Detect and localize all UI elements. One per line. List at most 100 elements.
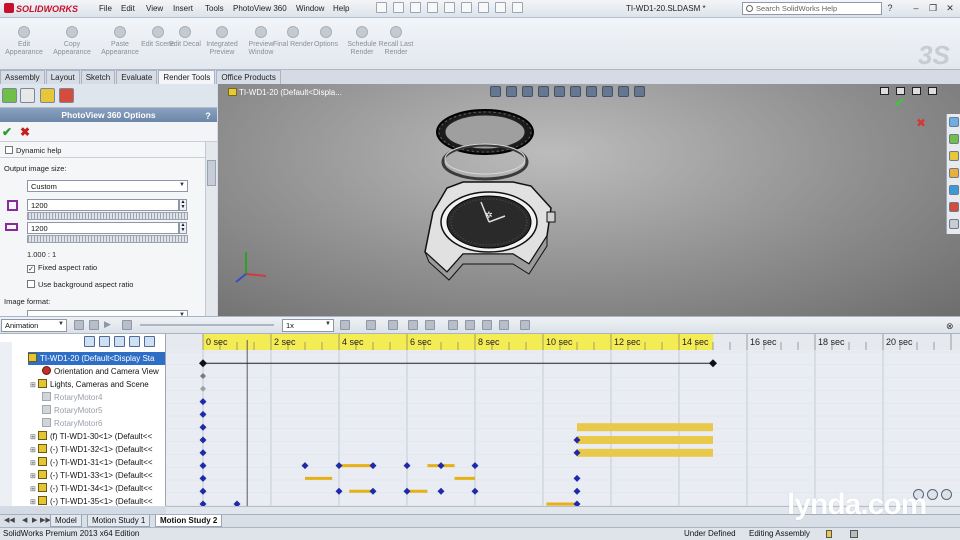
select-icon[interactable] (461, 2, 472, 13)
viewport-maximize-icon[interactable] (912, 87, 921, 95)
tab-render-tools[interactable]: Render Tools (158, 70, 216, 84)
display-style-icon[interactable] (570, 86, 581, 97)
filter-results-icon[interactable] (129, 336, 140, 347)
hide-show-icon[interactable] (586, 86, 597, 97)
width-slider[interactable] (27, 212, 188, 220)
timeline-canvas[interactable]: 0 sec 2 sec 4 sec 6 sec 8 sec 10 sec 12 sec 14 … (166, 334, 960, 506)
help-icon[interactable]: ? (884, 3, 896, 14)
help-icon[interactable]: ? (203, 109, 213, 121)
previous-view-icon[interactable] (522, 86, 533, 97)
tree-item-orientation[interactable]: Orientation and Camera View (42, 365, 165, 378)
viewport-close-icon[interactable] (928, 87, 937, 95)
scrollbar-thumb[interactable] (207, 160, 216, 186)
tab-assembly[interactable]: Assembly (0, 70, 45, 84)
menu-view[interactable]: View (146, 4, 163, 13)
playback-speed-select[interactable]: 1x ▼ (282, 319, 334, 332)
tab-sketch[interactable]: Sketch (80, 70, 116, 84)
help-search-input[interactable]: Search SolidWorks Help (742, 2, 882, 15)
motion-timeline[interactable]: 0 sec 2 sec 4 sec 6 sec 8 sec 10 sec 12 sec 14 … (166, 334, 960, 506)
view-settings-icon[interactable] (634, 86, 645, 97)
filter-driving-icon[interactable] (99, 336, 110, 347)
resources-icon[interactable] (949, 117, 959, 127)
edit-appearance-button[interactable]: Edit Appearance (2, 22, 46, 57)
zoom-area-icon[interactable] (506, 86, 517, 97)
dynamic-help-checkbox[interactable]: Dynamic help (5, 146, 61, 155)
tree-item-part-32[interactable]: ⊞ (-) TI-WD1-32<1> (Default<< (30, 443, 165, 456)
cancel-x-icon[interactable]: ✖ (20, 125, 30, 139)
tree-item-rotarymotor4[interactable]: RotaryMotor4 (42, 391, 165, 404)
tree-item-rotarymotor6[interactable]: RotaryMotor6 (42, 417, 165, 430)
calculate-icon[interactable] (74, 320, 84, 330)
first-tab-icon[interactable]: ◀◀ (4, 516, 15, 524)
graphics-area[interactable]: TI-WD1-20 (Default<Displa... ✔ ✖ ✲ (218, 84, 960, 316)
confirmation-cancel-icon[interactable]: ✖ (916, 116, 926, 130)
stop-icon[interactable] (122, 320, 132, 330)
zoom-out-icon[interactable] (927, 489, 938, 500)
print-icon[interactable] (427, 2, 438, 13)
file-explorer-icon[interactable] (949, 151, 959, 161)
search-results-icon[interactable] (949, 185, 959, 195)
panel-scrollbar[interactable] (205, 142, 217, 316)
feature-manager-icon[interactable] (2, 88, 17, 103)
play-icon[interactable]: ▶ (104, 320, 114, 330)
configuration-manager-icon[interactable] (40, 88, 55, 103)
height-slider[interactable] (27, 235, 188, 243)
open-icon[interactable] (393, 2, 404, 13)
rebuild-status-icon[interactable] (826, 530, 832, 538)
height-spinner[interactable]: ▲ ▼ (179, 222, 187, 234)
tab-motion-study-2[interactable]: Motion Study 2 (155, 515, 223, 527)
recall-last-render-button[interactable]: Recall Last Render (374, 22, 418, 57)
menu-insert[interactable]: Insert (173, 4, 193, 13)
tree-item-part-30[interactable]: ⊞ (f) TI-WD1-30<1> (Default<< (30, 430, 165, 443)
image-size-select[interactable]: Custom ▼ (27, 180, 188, 192)
appearances-icon[interactable] (949, 202, 959, 212)
playback-mode-icon[interactable] (340, 320, 350, 330)
results-icon[interactable] (520, 320, 530, 330)
animation-wizard-icon[interactable] (388, 320, 398, 330)
viewport-restore-icon[interactable] (880, 87, 889, 95)
tree-item-part-33[interactable]: ⊞ (-) TI-WD1-33<1> (Default<< (30, 469, 165, 482)
save-icon[interactable] (410, 2, 421, 13)
tab-model[interactable]: Model (50, 515, 82, 527)
menu-photoview[interactable]: PhotoView 360 (233, 4, 287, 13)
minimize-button[interactable]: – (910, 3, 922, 14)
feature-tree-flyout[interactable]: TI-WD1-20 (Default<Displa... (228, 88, 342, 97)
display-manager-icon[interactable] (59, 88, 74, 103)
property-manager-icon[interactable] (20, 88, 35, 103)
tree-item-lights[interactable]: ⊞ Lights, Cameras and Scene (30, 378, 165, 392)
undo-icon[interactable] (444, 2, 455, 13)
menu-tools[interactable]: Tools (205, 4, 224, 13)
filter-selected-icon[interactable] (114, 336, 125, 347)
height-field[interactable]: 1200 (27, 222, 179, 234)
tab-evaluate[interactable]: Evaluate (116, 70, 158, 84)
playback-slider[interactable] (140, 324, 274, 326)
tree-item-part-31[interactable]: ⊞ (-) TI-WD1-31<1> (Default<< (30, 456, 165, 469)
prev-tab-icon[interactable]: ◀ (22, 516, 27, 524)
view-palette-icon[interactable] (949, 168, 959, 178)
study-type-select[interactable]: Animation ▼ (1, 319, 67, 332)
gravity-icon[interactable] (499, 320, 509, 330)
edit-appearance-icon[interactable] (602, 86, 613, 97)
tab-office-products[interactable]: Office Products (216, 70, 281, 84)
next-tab-icon[interactable]: ▶ (32, 516, 37, 524)
autokey-icon[interactable] (408, 320, 418, 330)
menu-file[interactable]: File (99, 4, 112, 13)
section-view-icon[interactable] (538, 86, 549, 97)
spring-icon[interactable] (465, 320, 475, 330)
tree-item-part-34[interactable]: ⊞ (-) TI-WD1-34<1> (Default<< (30, 482, 165, 495)
apply-scene-icon[interactable] (618, 86, 629, 97)
play-from-start-icon[interactable] (89, 320, 99, 330)
confirmation-ok-icon[interactable]: ✔ (894, 94, 906, 111)
units-icon[interactable] (850, 530, 858, 538)
contact-icon[interactable] (482, 320, 492, 330)
background-aspect-ratio-checkbox[interactable]: Use background aspect ratio (27, 280, 133, 289)
zoom-to-fit-icon[interactable] (941, 489, 952, 500)
fixed-aspect-ratio-checkbox[interactable]: ✓ Fixed aspect ratio (27, 263, 97, 273)
collapse-motion-manager-icon[interactable]: ⊗ (946, 321, 954, 332)
expand-icon[interactable]: ⊞ (30, 379, 37, 392)
watch-model[interactable]: ✲ (403, 104, 583, 294)
tab-layout[interactable]: Layout (45, 70, 80, 84)
close-button[interactable]: ✕ (944, 3, 956, 14)
ok-check-icon[interactable]: ✔ (2, 125, 12, 139)
solidworks-logo[interactable]: SOLIDWORKS (4, 3, 78, 14)
